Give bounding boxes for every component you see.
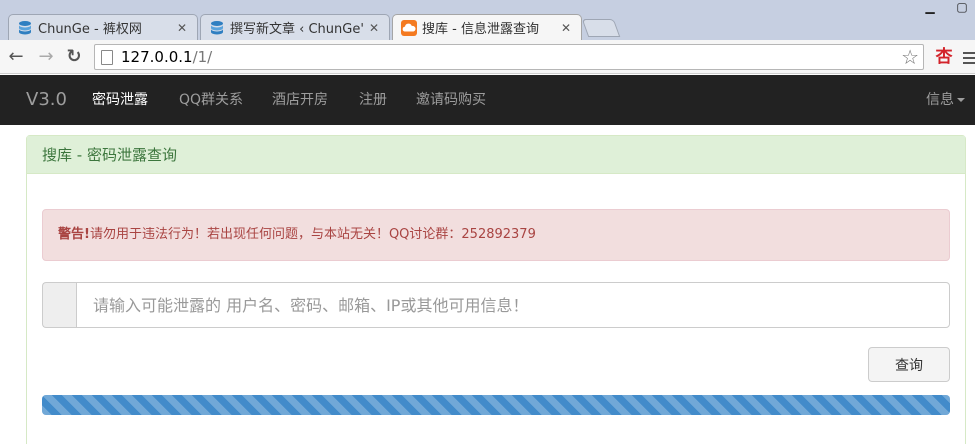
back-arrow-icon[interactable]: ← [6,47,26,67]
warning-alert: 警告!请勿用于违法行为！若出现任何问题，与本站无关！QQ讨论群：25289237… [42,209,950,261]
alert-strong: 警告! [58,227,90,242]
close-icon[interactable]: ✕ [175,21,189,35]
close-icon[interactable]: ✕ [367,21,381,35]
nav-item-hotel[interactable]: 酒店开房 [272,75,328,125]
nav-item-password-leak[interactable]: 密码泄露 [92,75,148,125]
cloud-favicon-icon [401,19,417,36]
blog-favicon-icon [211,20,223,34]
tab-label: 搜库 - 信息泄露查询 [422,22,539,37]
browser-tab-strip: ChunGe - 裤权网 ✕ 撰写新文章 ‹ ChunGe's B ✕ 搜库 -… [0,0,975,40]
url-path: /1/ [192,48,213,66]
panel-title: 搜库 - 密码泄露查询 [27,136,965,174]
tab-label: 撰写新文章 ‹ ChunGe's B [230,22,363,37]
address-bar[interactable]: 127.0.0.1/1/ ☆ [94,44,924,70]
info-dropdown-label: 信息 [926,92,954,108]
nav-item-register[interactable]: 注册 [359,75,387,125]
brand-logo[interactable]: V3.0 [26,75,67,125]
maximize-icon[interactable]: ▢ [955,0,969,14]
blog-favicon-icon [19,20,31,34]
info-dropdown[interactable]: 信息 [926,75,965,125]
extension-icon[interactable]: 杏 [934,47,954,67]
tab-write-post[interactable]: 撰写新文章 ‹ ChunGe's B ✕ [200,14,390,40]
browser-toolbar: ← → ↻ 127.0.0.1/1/ ☆ 杏 [0,40,975,74]
progress-bar-fill [42,395,950,415]
close-icon[interactable]: ✕ [559,21,573,35]
nav-item-qq-group[interactable]: QQ群关系 [179,75,243,125]
search-button[interactable]: 查询 [868,347,950,382]
tab-souku[interactable]: 搜库 - 信息泄露查询 ✕ [392,14,582,40]
search-input-group [42,282,950,328]
input-addon [42,282,76,328]
site-navbar: V3.0 密码泄露 QQ群关系 酒店开房 注册 邀请码购买 信息 [0,75,975,125]
search-panel: 搜库 - 密码泄露查询 警告!请勿用于违法行为！若出现任何问题，与本站无关！QQ… [26,135,966,444]
page-icon [101,49,113,65]
bookmark-star-icon[interactable]: ☆ [901,46,919,68]
nav-item-invite-code[interactable]: 邀请码购买 [416,75,486,125]
url-host: 127.0.0.1 [121,48,193,66]
forward-arrow-icon[interactable]: → [36,47,56,67]
alert-text: 请勿用于违法行为！若出现任何问题，与本站无关！QQ讨论群：252892379 [89,227,536,242]
progress-bar [42,395,950,415]
tab-chunge[interactable]: ChunGe - 裤权网 ✕ [8,14,198,40]
reload-icon[interactable]: ↻ [64,47,84,67]
tab-label: ChunGe - 裤权网 [38,22,142,37]
window-controls: ▁ ▢ [923,0,969,14]
search-input[interactable] [76,282,950,328]
browser-menu-icon[interactable] [963,52,975,67]
new-tab-button[interactable] [581,19,621,37]
caret-down-icon [957,98,965,102]
minimize-icon[interactable]: ▁ [923,0,937,14]
